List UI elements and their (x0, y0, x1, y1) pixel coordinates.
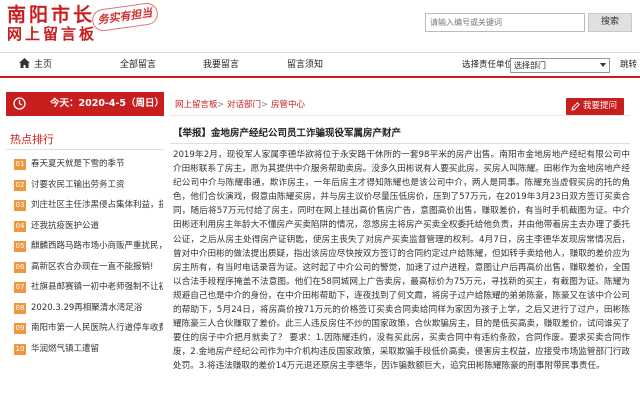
dept-select[interactable]: 选择部门 (510, 58, 610, 73)
ask-question-label: 我要提问 (583, 101, 618, 111)
hot-ranking-title: 热点排行 (10, 133, 54, 146)
divider (6, 149, 164, 150)
rank-badge: 06 (14, 261, 26, 273)
breadcrumb: 网上留言板 > 对话部门 > 房管中心 (170, 96, 630, 116)
site-subtitle[interactable]: 网上留言板 (7, 25, 97, 43)
list-item[interactable]: 05 麒麟西路马路市场小商贩严重扰民，影 (6, 236, 166, 257)
pencil-icon (571, 102, 580, 111)
nav-guide[interactable]: 留言须知 (287, 53, 323, 77)
home-icon (19, 58, 30, 68)
hot-item-link[interactable]: 刘庄社区主任涉黑侵占集体利益，损坏 (31, 195, 163, 215)
rank-badge: 04 (14, 220, 26, 232)
today-date: 今天：2020-4-5（周日） (50, 98, 165, 109)
chevron-down-icon (600, 63, 606, 67)
hot-item-link[interactable]: 还我抗疫医护公道 (31, 216, 163, 236)
rank-badge: 01 (14, 159, 26, 170)
rank-badge: 08 (14, 302, 26, 314)
list-item[interactable]: 08 2020.3.29再相聚清水湾足浴 (6, 298, 166, 319)
breadcrumb-separator: > (261, 100, 269, 110)
hot-item-link[interactable]: 春天夏天就是下雪的季节 (31, 154, 163, 174)
site-title[interactable]: 南阳市长 (7, 4, 95, 26)
nav-home[interactable]: 主页 (19, 53, 52, 77)
hot-list: 01 春天夏天就是下雪的季节 02 讨要农民工输出劳务工资 03 刘庄社区主任涉黑侵占… (6, 154, 166, 359)
list-item[interactable]: 04 还我抗疫医护公道 (6, 216, 166, 237)
slogan-badge: 务实有担当 (90, 1, 160, 33)
breadcrumb-item-housing[interactable]: 房管中心 (271, 98, 305, 112)
rank-badge: 09 (14, 323, 26, 334)
list-item[interactable]: 10 华润燃气镇工遭留 (6, 339, 166, 360)
hot-item-link[interactable]: 麒麟西路马路市场小商贩严重扰民，影 (31, 236, 163, 256)
article-body: 2019年2月，现役军人家属李德华欲将位于永安路干休所的一套98平米的房产出售。… (173, 150, 630, 372)
rank-badge: 07 (14, 282, 26, 293)
list-item[interactable]: 06 高新区农合办现在一直不能报销! (6, 257, 166, 278)
divider (170, 143, 630, 144)
hot-item-link[interactable]: 华润燃气镇工遭留 (31, 339, 163, 359)
list-item[interactable]: 07 社旗县邮赛镇一初中老师强制不让初三 (6, 277, 166, 298)
rank-badge: 05 (14, 241, 26, 252)
jump-link[interactable]: 跳转 (620, 53, 637, 77)
nav-my-messages[interactable]: 我要留言 (203, 53, 239, 77)
hot-item-link[interactable]: 高新区农合办现在一直不能报销! (31, 257, 163, 277)
breadcrumb-item-board[interactable]: 网上留言板 (175, 98, 218, 112)
article-title: 【举报】金地房产经纪公司员工诈骗现役军属房产财产 (173, 128, 402, 139)
nav-all-messages[interactable]: 全部留言 (120, 53, 156, 77)
hot-item-link[interactable]: 南阳市第一人民医院人行道停车收费合 (31, 318, 163, 338)
search-input[interactable] (426, 14, 584, 31)
nav-home-label: 主页 (34, 60, 53, 70)
dept-select-value: 选择部门 (514, 61, 546, 70)
list-item[interactable]: 02 讨要农民工输出劳务工资 (6, 175, 166, 196)
hot-item-link[interactable]: 2020.3.29再相聚清水湾足浴 (31, 298, 163, 318)
rank-badge: 02 (14, 179, 26, 191)
date-bar: 今天：2020-4-5（周日） (6, 92, 164, 116)
hot-item-link[interactable]: 社旗县邮赛镇一初中老师强制不让初三 (31, 277, 163, 297)
breadcrumb-separator: > (217, 100, 225, 110)
list-item[interactable]: 01 春天夏天就是下雪的季节 (6, 154, 166, 175)
clock-icon (13, 97, 26, 110)
search-box (425, 13, 585, 32)
hot-item-link[interactable]: 讨要农民工输出劳务工资 (31, 175, 163, 195)
site-header: 南阳市长 网上留言板 务实有担当 搜索 (0, 0, 640, 48)
rank-badge: 10 (14, 343, 26, 355)
main-nav: 主页 全部留言 我要留言 留言须知 选择责任单位： 选择部门 跳转 (0, 52, 640, 78)
ask-question-button[interactable]: 我要提问 (566, 98, 624, 115)
search-button[interactable]: 搜索 (588, 13, 632, 32)
rank-badge: 03 (14, 200, 26, 211)
list-item[interactable]: 03 刘庄社区主任涉黑侵占集体利益，损坏 (6, 195, 166, 216)
breadcrumb-item-dept[interactable]: 对话部门 (227, 98, 261, 112)
list-item[interactable]: 09 南阳市第一人民医院人行道停车收费合 (6, 318, 166, 339)
